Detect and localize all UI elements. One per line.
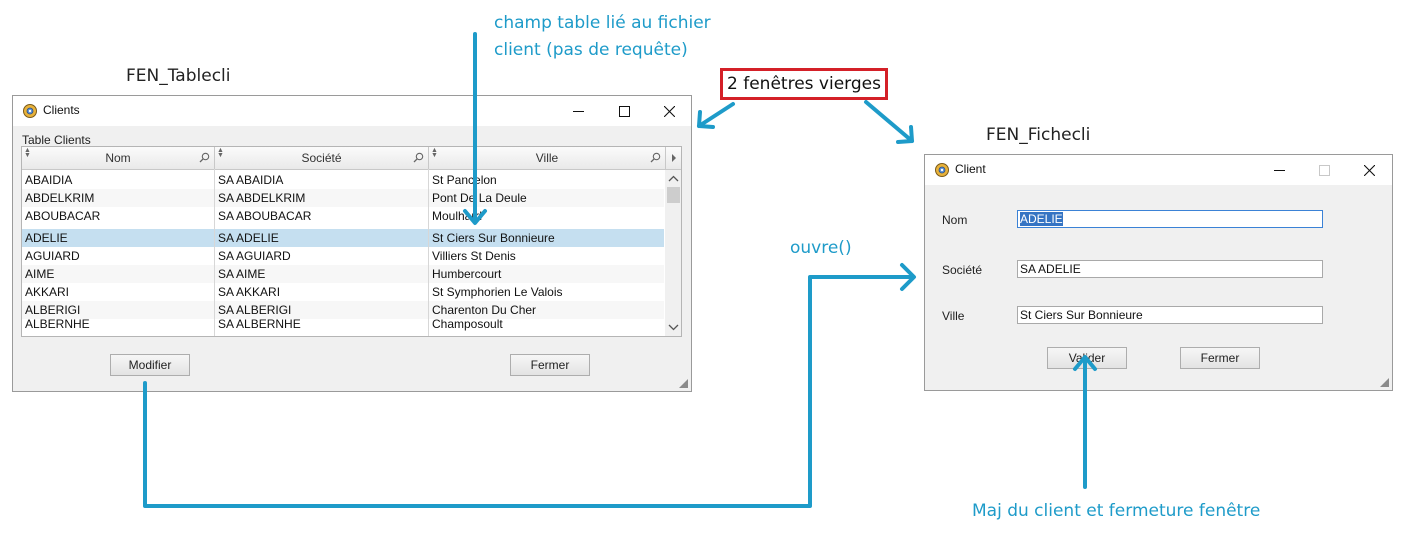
cell-nom: ADELIE xyxy=(25,231,68,245)
arrow-to-fichecli-head xyxy=(896,125,914,144)
nom-label: Nom xyxy=(942,213,968,227)
table-row[interactable]: ALBERNHE SA ALBERNHE Champosoult xyxy=(22,315,664,333)
column-header-ville-label: Ville xyxy=(535,151,559,165)
table-header: ▲ ▼ Nom ▲ ▼ Société ▲ ▼ Ville xyxy=(22,147,681,170)
close-window-button[interactable]: Fermer xyxy=(1180,347,1260,369)
maximize-icon xyxy=(618,105,630,117)
column-header-nom[interactable]: ▲ ▼ Nom xyxy=(22,147,215,169)
table-row[interactable]: AIME SA AIME Humbercourt xyxy=(22,265,664,283)
cell-ville: St Ciers Sur Bonnieure xyxy=(432,231,555,245)
maximize-button[interactable] xyxy=(1301,155,1347,185)
cell-societe: SA ALBERNHE xyxy=(218,317,301,331)
header-scroll-right[interactable] xyxy=(666,147,681,169)
resize-grip[interactable] xyxy=(679,379,688,388)
annotation-champ-table: champ table lié au fichier client (pas d… xyxy=(494,10,711,64)
resize-grip[interactable] xyxy=(1380,378,1389,387)
cell-nom: AKKARI xyxy=(25,285,70,299)
cell-societe: SA AKKARI xyxy=(218,285,281,299)
cell-nom: ABAIDIA xyxy=(25,173,73,187)
cell-nom: ALBERNHE xyxy=(25,317,90,331)
magnifier-icon[interactable] xyxy=(199,152,210,163)
table-clients-label: Table Clients xyxy=(22,133,91,147)
annotation-champ-table-line2: client (pas de requête) xyxy=(494,40,688,60)
ville-label: Ville xyxy=(942,309,965,323)
caption-fen-fichecli: FEN_Fichecli xyxy=(986,125,1091,145)
modify-button[interactable]: Modifier xyxy=(110,354,190,376)
annotation-champ-table-line1: champ table lié au fichier xyxy=(494,13,711,33)
client-window-title: Client xyxy=(955,162,986,176)
gear-window-icon xyxy=(935,163,949,177)
vertical-scrollbar[interactable] xyxy=(665,170,682,336)
annotation-two-windows: 2 fenêtres vierges xyxy=(720,68,888,100)
table-row[interactable]: ABDELKRIM SA ABDELKRIM Pont De La Deule xyxy=(22,189,664,207)
cell-ville: St Symphorien Le Valois xyxy=(432,285,563,299)
arrow-to-fichecli xyxy=(864,100,914,143)
scrollbar-thumb[interactable] xyxy=(667,187,680,203)
arrow-ouvre-head xyxy=(900,263,916,291)
cell-ville: Villiers St Denis xyxy=(432,249,516,263)
gear-window-icon xyxy=(23,104,37,118)
column-divider xyxy=(214,169,215,336)
client-window: Client Nom ADELIE Société SA ADELIE Vill… xyxy=(924,154,1393,391)
nom-field-value: ADELIE xyxy=(1020,212,1063,226)
table-row[interactable]: ABAIDIA SA ABAIDIA St Pancelon xyxy=(22,171,664,189)
cell-nom: AIME xyxy=(25,267,55,281)
arrow-to-tablecli xyxy=(697,102,735,128)
cell-societe: SA ABOUBACAR xyxy=(218,209,312,223)
column-header-nom-label: Nom xyxy=(105,151,131,165)
magnifier-icon[interactable] xyxy=(650,152,661,163)
table-row-selected[interactable]: ADELIE SA ADELIE St Ciers Sur Bonnieure xyxy=(22,229,664,247)
caption-fen-tablecli: FEN_Tablecli xyxy=(126,66,231,86)
close-window-button[interactable]: Fermer xyxy=(510,354,590,376)
cell-ville: Champosoult xyxy=(432,317,503,331)
magnifier-icon[interactable] xyxy=(413,152,424,163)
cell-nom: ABOUBACAR xyxy=(25,209,101,223)
minimize-button[interactable] xyxy=(1256,155,1302,185)
arrow-to-tablecli-head xyxy=(697,110,715,129)
societe-label: Société xyxy=(942,263,983,277)
cell-nom: AGUIARD xyxy=(25,249,80,263)
column-header-societe-label: Société xyxy=(301,151,342,165)
minimize-button[interactable] xyxy=(555,96,601,126)
clients-window: Clients Table Clients ▲ ▼ Nom ▲ ▼ Société … xyxy=(12,95,692,392)
cell-societe: SA AIME xyxy=(218,267,266,281)
annotation-maj-client: Maj du client et fermeture fenêtre xyxy=(972,501,1261,521)
cell-ville: St Pancelon xyxy=(432,173,497,187)
clients-table[interactable]: ▲ ▼ Nom ▲ ▼ Société ▲ ▼ Ville ABAIDIA SA AB… xyxy=(21,146,682,337)
chevron-right-icon xyxy=(672,154,676,162)
cell-societe: SA ADELIE xyxy=(218,231,279,245)
column-header-societe[interactable]: ▲ ▼ Société xyxy=(215,147,429,169)
societe-field[interactable]: SA ADELIE xyxy=(1017,260,1323,278)
cell-ville: Humbercourt xyxy=(432,267,502,281)
close-button[interactable] xyxy=(1346,155,1392,185)
table-row[interactable]: AGUIARD SA AGUIARD Villiers St Denis xyxy=(22,247,664,265)
validate-button[interactable]: Valider xyxy=(1047,347,1127,369)
close-icon xyxy=(1363,164,1375,176)
cell-societe: SA AGUIARD xyxy=(218,249,291,263)
cell-societe: SA ABDELKRIM xyxy=(218,191,306,205)
close-button[interactable] xyxy=(646,96,692,126)
clients-titlebar[interactable]: Clients xyxy=(13,96,691,126)
minimize-icon xyxy=(1273,169,1285,171)
column-divider xyxy=(428,169,429,336)
cell-societe: SA ABAIDIA xyxy=(218,173,284,187)
nom-field[interactable]: ADELIE xyxy=(1017,210,1323,228)
annotation-ouvre: ouvre() xyxy=(790,238,852,258)
column-header-ville[interactable]: ▲ ▼ Ville xyxy=(429,147,666,169)
maximize-icon xyxy=(1318,164,1330,176)
ville-field[interactable]: St Ciers Sur Bonnieure xyxy=(1017,306,1323,324)
cell-ville: Pont De La Deule xyxy=(432,191,527,205)
chevron-up-icon[interactable] xyxy=(665,172,682,186)
chevron-down-icon[interactable] xyxy=(665,320,682,334)
clients-window-title: Clients xyxy=(43,103,80,117)
cell-ville: Moulhard xyxy=(432,209,483,223)
close-icon xyxy=(663,105,675,117)
table-row[interactable]: ABOUBACAR SA ABOUBACAR Moulhard xyxy=(22,207,664,225)
client-titlebar[interactable]: Client xyxy=(925,155,1392,185)
maximize-button[interactable] xyxy=(601,96,647,126)
minimize-icon xyxy=(572,110,584,112)
cell-nom: ABDELKRIM xyxy=(25,191,95,205)
table-row[interactable]: AKKARI SA AKKARI St Symphorien Le Valois xyxy=(22,283,664,301)
